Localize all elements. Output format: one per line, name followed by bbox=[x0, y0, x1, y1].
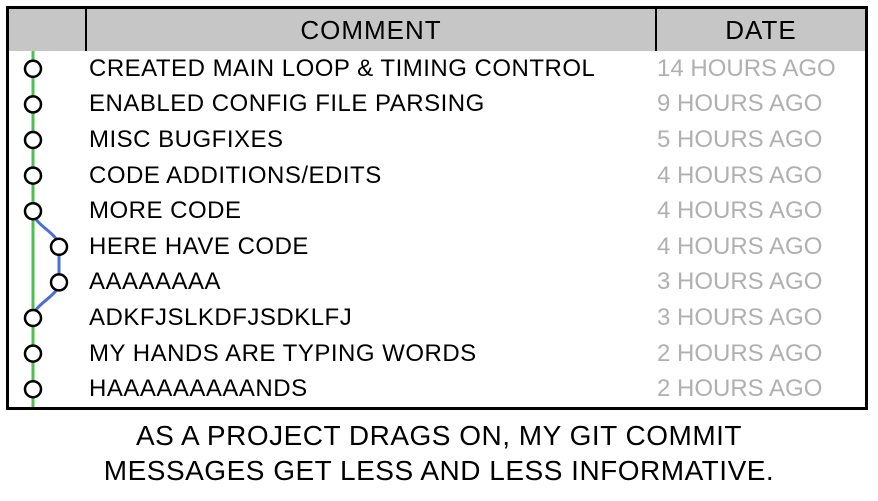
commit-node-icon bbox=[25, 346, 41, 362]
commit-date: 4 HOURS AGO bbox=[653, 162, 865, 190]
commit-message: HAAAAAAAAANDS bbox=[87, 375, 653, 403]
header-graph bbox=[9, 9, 87, 51]
commit-date: 5 HOURS AGO bbox=[653, 126, 865, 154]
commit-message: MORE CODE bbox=[87, 197, 653, 225]
table-row: MORE CODE4 HOURS AGO bbox=[87, 193, 865, 229]
table-row: ENABLED CONFIG FILE PARSING9 HOURS AGO bbox=[87, 87, 865, 123]
caption-line-2: MESSAGES GET LESS AND LESS INFORMATIVE. bbox=[0, 453, 878, 488]
commit-node-icon bbox=[25, 381, 41, 397]
commit-log-panel: COMMENT DATE CREATED MAIN LOOP & TIMING … bbox=[6, 6, 868, 410]
table-header: COMMENT DATE bbox=[9, 9, 865, 51]
commit-graph bbox=[9, 51, 87, 407]
table-row: CREATED MAIN LOOP & TIMING CONTROL14 HOU… bbox=[87, 51, 865, 87]
commit-date: 14 HOURS AGO bbox=[653, 55, 865, 83]
commit-message: MY HANDS ARE TYPING WORDS bbox=[87, 340, 653, 368]
commit-date: 9 HOURS AGO bbox=[653, 90, 865, 118]
commit-node-icon bbox=[25, 310, 41, 326]
table-row: HAAAAAAAAANDS2 HOURS AGO bbox=[87, 371, 865, 407]
commit-node-icon bbox=[25, 96, 41, 112]
table-row: MY HANDS ARE TYPING WORDS2 HOURS AGO bbox=[87, 336, 865, 372]
commit-message: MISC BUGFIXES bbox=[87, 126, 653, 154]
commit-date: 2 HOURS AGO bbox=[653, 375, 865, 403]
commit-node-icon bbox=[25, 132, 41, 148]
commit-date: 4 HOURS AGO bbox=[653, 233, 865, 261]
commit-node-icon bbox=[51, 239, 67, 255]
commit-message: AAAAAAAA bbox=[87, 268, 653, 296]
table-row: MISC BUGFIXES5 HOURS AGO bbox=[87, 122, 865, 158]
table-row: ADKFJSLKDFJSDKLFJ3 HOURS AGO bbox=[87, 300, 865, 336]
table-row: CODE ADDITIONS/EDITS4 HOURS AGO bbox=[87, 158, 865, 194]
header-date: DATE bbox=[657, 9, 865, 51]
commit-date: 4 HOURS AGO bbox=[653, 197, 865, 225]
caption-line-1: AS A PROJECT DRAGS ON, MY GIT COMMIT bbox=[0, 418, 878, 453]
commit-node-icon bbox=[25, 168, 41, 184]
commit-message: HERE HAVE CODE bbox=[87, 233, 653, 261]
commit-message: ENABLED CONFIG FILE PARSING bbox=[87, 90, 653, 118]
commit-node-icon bbox=[51, 274, 67, 290]
commit-message: CODE ADDITIONS/EDITS bbox=[87, 162, 653, 190]
commit-node-icon bbox=[25, 61, 41, 77]
table-row: HERE HAVE CODE4 HOURS AGO bbox=[87, 229, 865, 265]
caption: AS A PROJECT DRAGS ON, MY GIT COMMIT MES… bbox=[0, 418, 878, 488]
commit-date: 3 HOURS AGO bbox=[653, 268, 865, 296]
header-comment: COMMENT bbox=[87, 9, 657, 51]
commit-message: ADKFJSLKDFJSDKLFJ bbox=[87, 304, 653, 332]
commit-date: 3 HOURS AGO bbox=[653, 304, 865, 332]
commit-date: 2 HOURS AGO bbox=[653, 340, 865, 368]
table-body: CREATED MAIN LOOP & TIMING CONTROL14 HOU… bbox=[9, 51, 865, 407]
table-row: AAAAAAAA3 HOURS AGO bbox=[87, 265, 865, 301]
commit-message: CREATED MAIN LOOP & TIMING CONTROL bbox=[87, 55, 653, 83]
commit-node-icon bbox=[25, 203, 41, 219]
